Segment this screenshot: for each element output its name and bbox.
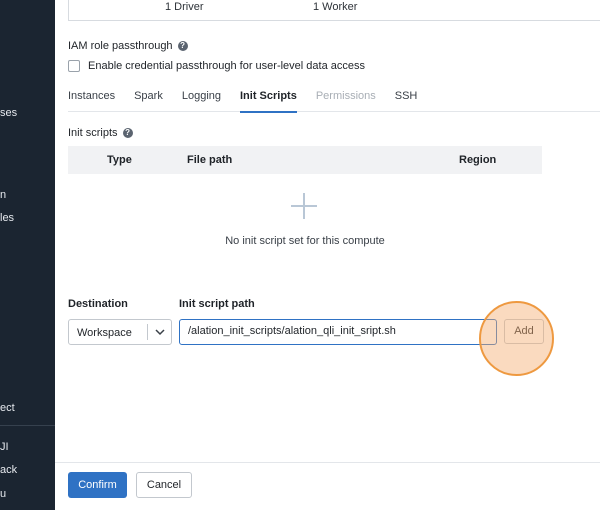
sidebar-divider bbox=[0, 425, 55, 426]
tab-spark[interactable]: Spark bbox=[134, 90, 163, 112]
init-script-path-label: Init script path bbox=[179, 298, 255, 310]
init-scripts-table-header: Type File path Region bbox=[68, 146, 542, 174]
init-scripts-heading: Init scripts ? bbox=[68, 127, 133, 139]
cancel-button[interactable]: Cancel bbox=[136, 472, 192, 498]
tab-permissions: Permissions bbox=[315, 90, 376, 102]
left-sidebar: ses n les ect JI ack u bbox=[0, 0, 55, 510]
destination-select[interactable]: Workspace bbox=[68, 319, 172, 345]
iam-title-text: IAM role passthrough bbox=[68, 40, 173, 52]
confirm-button[interactable]: Confirm bbox=[68, 472, 127, 498]
help-icon[interactable]: ? bbox=[122, 128, 133, 138]
destination-value: Workspace bbox=[77, 327, 132, 339]
column-header-region: Region bbox=[459, 154, 497, 166]
compute-config-panel: 1 Driver 1 Worker IAM role passthrough ?… bbox=[55, 0, 600, 510]
plus-icon bbox=[291, 193, 317, 219]
iam-section-title: IAM role passthrough ? bbox=[68, 40, 188, 52]
select-divider bbox=[147, 324, 148, 340]
tab-init-scripts[interactable]: Init Scripts bbox=[240, 90, 297, 113]
credential-passthrough-row[interactable]: Enable credential passthrough for user-l… bbox=[68, 60, 365, 72]
credential-passthrough-checkbox[interactable] bbox=[68, 60, 80, 72]
config-tabs: Instances Spark Logging Init Scripts Per… bbox=[68, 90, 600, 113]
tab-logging[interactable]: Logging bbox=[182, 90, 221, 112]
sidebar-item-label[interactable]: u bbox=[0, 488, 6, 500]
driver-count: 1 Driver bbox=[165, 1, 204, 13]
empty-state-text: No init script set for this compute bbox=[225, 235, 385, 247]
sidebar-item-label[interactable]: n bbox=[0, 189, 6, 201]
column-header-type: Type bbox=[107, 154, 132, 166]
sidebar-item-label[interactable]: JI bbox=[0, 441, 9, 453]
tab-ssh[interactable]: SSH bbox=[395, 90, 418, 112]
tab-instances[interactable]: Instances bbox=[68, 90, 115, 112]
init-script-path-input[interactable]: /alation_init_scripts/alation_qli_init_s… bbox=[179, 319, 497, 345]
cluster-summary: 1 Driver 1 Worker bbox=[68, 0, 600, 21]
sidebar-item-label[interactable]: ses bbox=[0, 107, 17, 119]
destination-label: Destination bbox=[68, 298, 128, 310]
help-icon[interactable]: ? bbox=[177, 41, 188, 51]
sidebar-item-label[interactable]: les bbox=[0, 212, 14, 224]
credential-passthrough-label: Enable credential passthrough for user-l… bbox=[88, 60, 365, 72]
worker-count: 1 Worker bbox=[313, 1, 358, 13]
add-button[interactable]: Add bbox=[504, 319, 544, 344]
sidebar-item-label[interactable]: ect bbox=[0, 402, 15, 414]
init-scripts-label: Init scripts bbox=[68, 127, 118, 139]
sidebar-item-label[interactable]: ack bbox=[0, 464, 17, 476]
column-header-file-path: File path bbox=[187, 154, 233, 166]
chevron-down-icon bbox=[155, 329, 165, 336]
footer-divider bbox=[55, 462, 600, 463]
